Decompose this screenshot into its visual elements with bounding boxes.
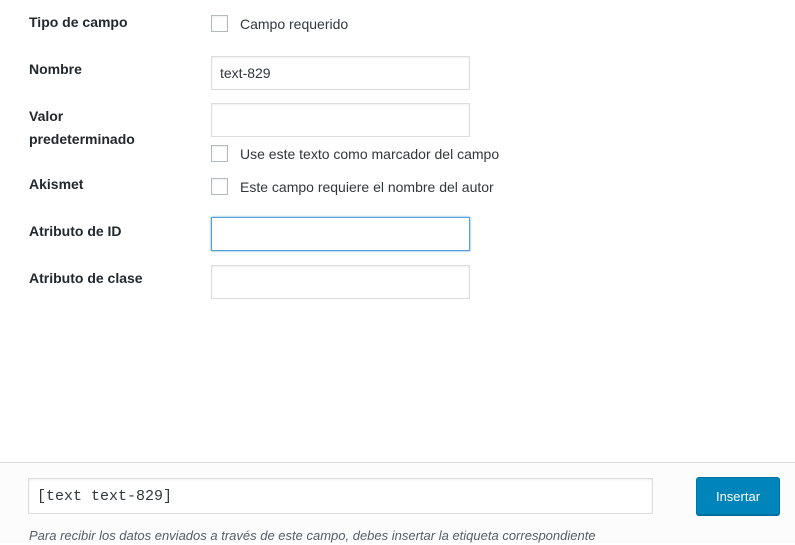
insert-button[interactable]: Insertar [696, 477, 780, 515]
class-attribute-input[interactable] [211, 265, 470, 299]
default-value-label-line2: predeterminado [29, 131, 135, 147]
akismet-checkbox-label[interactable]: Este campo requiere el nombre del autor [240, 177, 494, 197]
default-value-input[interactable] [211, 103, 470, 137]
placeholder-checkbox[interactable] [211, 145, 228, 162]
insert-box: Insertar Para recibir los datos enviados… [0, 462, 795, 543]
tag-code-input[interactable] [28, 478, 653, 514]
placeholder-checkbox-label[interactable]: Use este texto como marcador del campo [240, 144, 499, 164]
id-attribute-input[interactable] [211, 217, 470, 251]
required-checkbox-label[interactable]: Campo requerido [240, 14, 348, 34]
required-checkbox[interactable] [211, 15, 228, 32]
name-input[interactable] [211, 56, 470, 90]
akismet-checkbox[interactable] [211, 178, 228, 195]
id-attribute-label: Atributo de ID [29, 223, 122, 239]
mail-tag-note: Para recibir los datos enviados a través… [29, 528, 596, 543]
akismet-label: Akismet [29, 176, 84, 192]
class-attribute-label: Atributo de clase [29, 270, 143, 286]
default-value-label-line1: Valor [29, 108, 64, 124]
tag-generator-form: Tipo de campo Campo requerido Nombre Val… [0, 0, 795, 462]
name-label: Nombre [29, 61, 82, 77]
field-type-label: Tipo de campo [29, 14, 128, 30]
